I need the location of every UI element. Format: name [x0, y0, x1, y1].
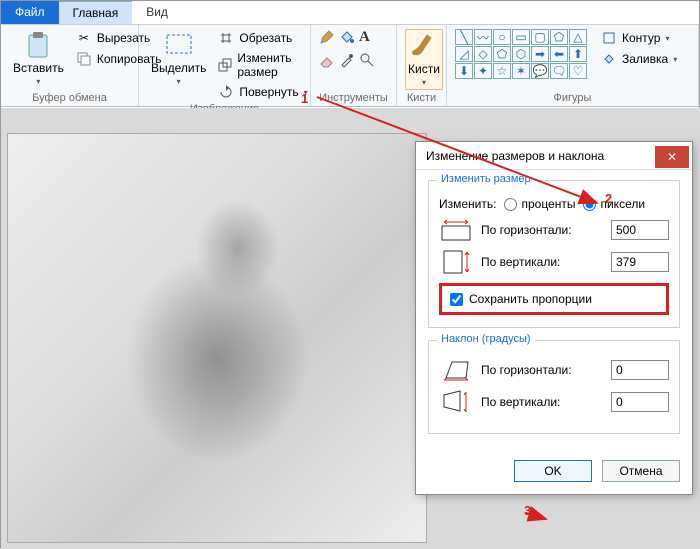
shape-arrowd[interactable]: ⬇	[455, 63, 473, 79]
group-brushes-title: Кисти	[405, 90, 438, 104]
shape-polygon[interactable]: ⬠	[550, 29, 568, 45]
shape-star5[interactable]: ☆	[493, 63, 511, 79]
resize-dialog: Изменение размеров и наклона ✕ Изменить …	[415, 141, 693, 495]
shape-rect[interactable]: ▭	[512, 29, 530, 45]
shape-oval[interactable]: ○	[493, 29, 511, 45]
ok-button[interactable]: OK	[514, 460, 592, 482]
brush-icon	[409, 32, 439, 60]
change-by-label: Изменить:	[439, 197, 496, 211]
pixels-radio[interactable]: пиксели	[583, 197, 645, 211]
skew-h-label: По горизонтали:	[481, 363, 603, 377]
shape-roundrect[interactable]: ▢	[531, 29, 549, 45]
shape-star6[interactable]: ✶	[512, 63, 530, 79]
skew-fieldset: Наклон (градусы) По горизонтали: По верт…	[428, 340, 680, 434]
group-brushes: Кисти ▾ Кисти	[397, 25, 447, 106]
scissors-icon: ✂	[76, 30, 92, 46]
crop-icon	[218, 30, 234, 46]
vertical-input[interactable]	[611, 252, 669, 272]
group-image: Выделить ▾ Обрезать Изменить размер	[139, 25, 311, 106]
annotation-2: 2	[605, 191, 612, 206]
shape-hexagon[interactable]: ⬡	[512, 46, 530, 62]
shape-line[interactable]: ╲	[455, 29, 473, 45]
vertical-label: По вертикали:	[481, 255, 603, 269]
chevron-down-icon: ▾	[36, 77, 40, 86]
horizontal-icon	[439, 217, 473, 243]
clipboard-icon	[24, 31, 52, 59]
shape-callout[interactable]: 💬	[531, 63, 549, 79]
bucket-icon	[601, 51, 617, 67]
group-tools-title: Инструменты	[319, 90, 388, 104]
rotate-icon	[218, 84, 234, 100]
group-shapes: ╲ 〰 ○ ▭ ▢ ⬠ △ ◿ ◇ ⬠ ⬡ ➡ ⬅ ⬆ ⬇ ✦ ☆ ✶ 💬 🗨	[447, 25, 699, 106]
crop-button[interactable]: Обрезать	[216, 29, 309, 47]
percent-radio[interactable]: проценты	[504, 197, 575, 211]
resize-fieldset: Изменить размер Изменить: проценты пиксе…	[428, 180, 680, 328]
tab-bar: Файл Главная Вид	[1, 1, 699, 25]
skew-h-icon	[439, 357, 473, 383]
fill-button[interactable]: Заливка▾	[599, 50, 679, 68]
contour-button[interactable]: Контур▾	[599, 29, 679, 47]
resize-legend: Изменить размер	[437, 173, 535, 185]
horizontal-label: По горизонтали:	[481, 223, 603, 237]
tab-file[interactable]: Файл	[1, 1, 59, 24]
group-shapes-title: Фигуры	[455, 90, 690, 104]
select-icon	[165, 31, 193, 59]
close-icon: ✕	[667, 150, 677, 164]
group-tools: A Инструменты	[311, 25, 397, 106]
shapes-gallery[interactable]: ╲ 〰 ○ ▭ ▢ ⬠ △ ◿ ◇ ⬠ ⬡ ➡ ⬅ ⬆ ⬇ ✦ ☆ ✶ 💬 🗨	[455, 29, 587, 79]
shape-arrowu[interactable]: ⬆	[569, 46, 587, 62]
keep-aspect-highlight: Сохранить пропорции	[439, 283, 669, 315]
tab-view[interactable]: Вид	[132, 1, 182, 24]
canvas-image[interactable]	[7, 133, 427, 543]
shape-arrowl[interactable]: ⬅	[550, 46, 568, 62]
resize-button[interactable]: Изменить размер	[216, 50, 309, 80]
skew-h-input[interactable]	[611, 360, 669, 380]
brushes-button[interactable]: Кисти ▾	[405, 29, 443, 90]
copy-icon	[76, 51, 92, 67]
shape-arrowr[interactable]: ➡	[531, 46, 549, 62]
percent-radio-input[interactable]	[504, 198, 517, 211]
shape-rtri[interactable]: ◿	[455, 46, 473, 62]
magnifier-icon[interactable]	[359, 52, 375, 71]
dialog-title: Изменение размеров и наклона	[426, 149, 604, 163]
shape-diamond[interactable]: ◇	[474, 46, 492, 62]
text-icon[interactable]: A	[359, 29, 370, 46]
paste-label: Вставить	[13, 61, 64, 75]
eraser-icon[interactable]	[319, 52, 335, 71]
skew-legend: Наклон (градусы)	[437, 333, 535, 345]
chevron-down-icon: ▾	[422, 78, 426, 87]
shape-curve[interactable]: 〰	[474, 29, 492, 45]
horizontal-input[interactable]	[611, 220, 669, 240]
close-button[interactable]: ✕	[655, 146, 689, 168]
select-button[interactable]: Выделить ▾	[147, 29, 210, 88]
chevron-down-icon: ▾	[177, 77, 181, 86]
cancel-button[interactable]: Отмена	[602, 460, 680, 482]
group-clipboard: Вставить ▾ ✂ Вырезать Копировать Буфер о…	[1, 25, 139, 106]
skew-v-input[interactable]	[611, 392, 669, 412]
ribbon: Вставить ▾ ✂ Вырезать Копировать Буфер о…	[1, 25, 699, 107]
annotation-3: 3	[524, 503, 531, 518]
keep-aspect-checkbox[interactable]	[450, 293, 463, 306]
fill-icon[interactable]	[339, 29, 355, 48]
picker-icon[interactable]	[339, 52, 355, 71]
shape-callout2[interactable]: 🗨	[550, 63, 568, 79]
shape-pentagon[interactable]: ⬠	[493, 46, 511, 62]
shape-heart[interactable]: ♡	[569, 63, 587, 79]
tab-home[interactable]: Главная	[59, 1, 133, 24]
pencil-icon[interactable]	[319, 29, 335, 48]
rotate-button[interactable]: Повернуть ▾	[216, 83, 309, 101]
vertical-icon	[439, 249, 473, 275]
contour-icon	[601, 30, 617, 46]
shape-triangle[interactable]: △	[569, 29, 587, 45]
shape-star4[interactable]: ✦	[474, 63, 492, 79]
resize-icon	[218, 57, 232, 73]
keep-aspect-label: Сохранить пропорции	[469, 292, 592, 306]
annotation-1: 1	[301, 91, 308, 106]
group-clipboard-title: Буфер обмена	[9, 90, 130, 104]
dialog-titlebar: Изменение размеров и наклона ✕	[416, 142, 692, 170]
skew-v-label: По вертикали:	[481, 395, 603, 409]
skew-v-icon	[439, 389, 473, 415]
pixels-radio-input[interactable]	[583, 198, 596, 211]
paste-button[interactable]: Вставить ▾	[9, 29, 68, 88]
